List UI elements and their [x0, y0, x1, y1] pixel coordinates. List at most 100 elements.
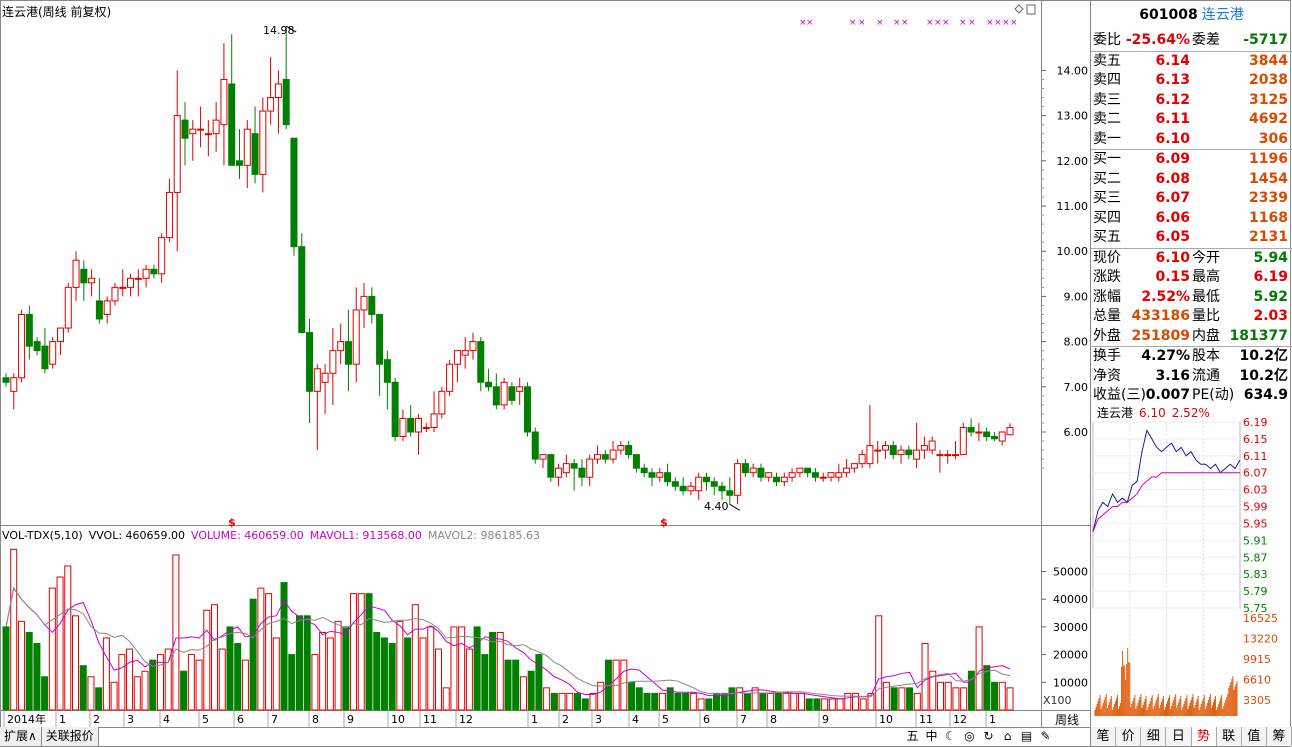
toolbar-icon[interactable]: ↻ — [979, 727, 998, 746]
vvol-value: VVOL: 460659.00 — [88, 529, 186, 542]
intraday-price-label: 6.15 — [1243, 433, 1268, 446]
volume-bar — [991, 681, 999, 711]
volume-bar — [234, 643, 242, 711]
price-tick-label: 8.00 — [1064, 336, 1089, 349]
time-tick-label: 12 — [953, 713, 967, 726]
candle-body — [889, 445, 897, 456]
stat-value: 0.15 — [1155, 269, 1190, 285]
candle-body — [430, 413, 438, 428]
volume-bar — [365, 593, 373, 711]
quote-tab[interactable]: 笔 — [1091, 727, 1117, 746]
candle-body — [422, 426, 430, 429]
price-tick-label: 14.00 — [1057, 64, 1089, 77]
toolbar-icon[interactable]: ✎ — [1036, 727, 1055, 746]
quote-tab[interactable]: 日 — [1166, 727, 1192, 746]
candle-body — [640, 467, 648, 474]
candle-body — [780, 476, 788, 483]
time-tick-label: 6 — [703, 713, 710, 726]
bid-row[interactable]: 买一 6.09 1196 — [1093, 150, 1290, 169]
indicator-name[interactable]: VOL-TDX(5,10) — [2, 529, 83, 542]
quote-tab[interactable]: 筹 — [1266, 727, 1292, 746]
ask-level: 卖三 — [1093, 91, 1121, 108]
candle-body — [710, 481, 718, 487]
volume-bar — [805, 698, 813, 711]
candle-body — [952, 454, 960, 457]
candle-body — [578, 467, 586, 478]
price-tick-label: 9.00 — [1064, 290, 1089, 303]
candle-body — [127, 277, 135, 288]
candle-body — [212, 119, 220, 135]
candle-body — [928, 440, 936, 451]
candle-body — [197, 128, 205, 131]
related-quotes-tab[interactable]: 关联报价 — [41, 727, 99, 746]
ask-volume: 3844 — [1249, 52, 1288, 69]
candle-body — [95, 300, 103, 320]
stat-value: 6.19 — [1253, 269, 1288, 285]
expand-tab[interactable]: 扩展∧ — [0, 727, 42, 746]
time-tick-label: 2 — [562, 713, 569, 726]
stat-value: 251809 — [1131, 327, 1190, 344]
candle-body — [376, 313, 384, 365]
bid-price: 6.05 — [1155, 229, 1190, 245]
low-pointer — [729, 503, 741, 511]
toolbar-icon[interactable]: 中 — [922, 727, 941, 746]
quote-tab[interactable]: 值 — [1241, 727, 1267, 746]
candle-body — [267, 97, 275, 112]
candle-body — [438, 390, 446, 415]
ask-row[interactable]: 卖四 6.13 2038 — [1093, 71, 1290, 90]
volume-bar — [643, 692, 651, 711]
ask-volume: 4692 — [1249, 111, 1288, 127]
candle-body — [656, 472, 664, 478]
candle-body — [228, 83, 236, 166]
volume-bar — [782, 692, 790, 711]
quote-tab[interactable]: 价 — [1116, 727, 1142, 746]
quote-tab[interactable]: 细 — [1141, 727, 1167, 746]
ask-row[interactable]: 卖五 6.14 3844 — [1093, 52, 1290, 71]
intraday-change-pct: 2.52% — [1171, 406, 1210, 420]
candle-body — [562, 463, 570, 474]
volume-bar — [357, 593, 365, 711]
volume-bar — [882, 681, 890, 711]
volume-bar — [465, 648, 473, 711]
intraday-price-label: 6.03 — [1243, 484, 1268, 497]
toolbar-icon[interactable]: ◎ — [960, 727, 979, 746]
candle-body — [757, 467, 765, 478]
volume-bar — [41, 676, 49, 711]
candle-body — [718, 485, 726, 492]
period-label[interactable]: 周线 — [1046, 711, 1088, 728]
toolbar-icon[interactable]: ▤ — [1017, 727, 1036, 746]
volume-bar — [272, 637, 280, 711]
quote-tab[interactable]: 联 — [1216, 727, 1242, 746]
volume-bar — [975, 626, 983, 711]
volume-bar — [427, 626, 435, 711]
price-tick-label: 11.00 — [1057, 200, 1089, 213]
ask-row[interactable]: 卖三 6.12 3125 — [1093, 91, 1290, 110]
candle-body — [72, 259, 80, 288]
candle-body — [858, 454, 866, 465]
ask-price: 6.13 — [1155, 72, 1190, 88]
bid-row[interactable]: 买五 6.05 2131 — [1093, 228, 1290, 247]
toolbar-icon[interactable]: ⌂ — [998, 727, 1017, 746]
intraday-stock-name: 连云港 — [1097, 406, 1134, 420]
quote-tab[interactable]: 势 — [1191, 727, 1217, 746]
intraday-price-line — [1092, 429, 1241, 533]
volume-bar — [295, 615, 303, 711]
bid-row[interactable]: 买三 6.07 2339 — [1093, 189, 1290, 208]
bid-row[interactable]: 买四 6.06 1168 — [1093, 209, 1290, 228]
stock-name: 连云港 — [1201, 7, 1244, 23]
toolbar-icon[interactable]: 五 — [903, 727, 922, 746]
volume-bar — [967, 670, 975, 711]
signal-marker: × — [968, 18, 976, 28]
candle-body — [819, 476, 827, 479]
ask-row[interactable]: 卖二 6.11 4692 — [1093, 110, 1290, 129]
toolbar-icon[interactable]: ☾ — [941, 727, 960, 746]
ask-row[interactable]: 卖一 6.10 306 — [1093, 130, 1290, 149]
volume-bar — [898, 687, 906, 711]
ask-volume: 306 — [1258, 130, 1288, 147]
volume-series — [2, 548, 1014, 711]
volume-bar — [859, 698, 867, 711]
candle-body — [874, 449, 882, 452]
bid-row[interactable]: 买二 6.08 1454 — [1093, 170, 1290, 189]
volume-bar — [25, 631, 33, 711]
volume-bar — [574, 692, 582, 711]
